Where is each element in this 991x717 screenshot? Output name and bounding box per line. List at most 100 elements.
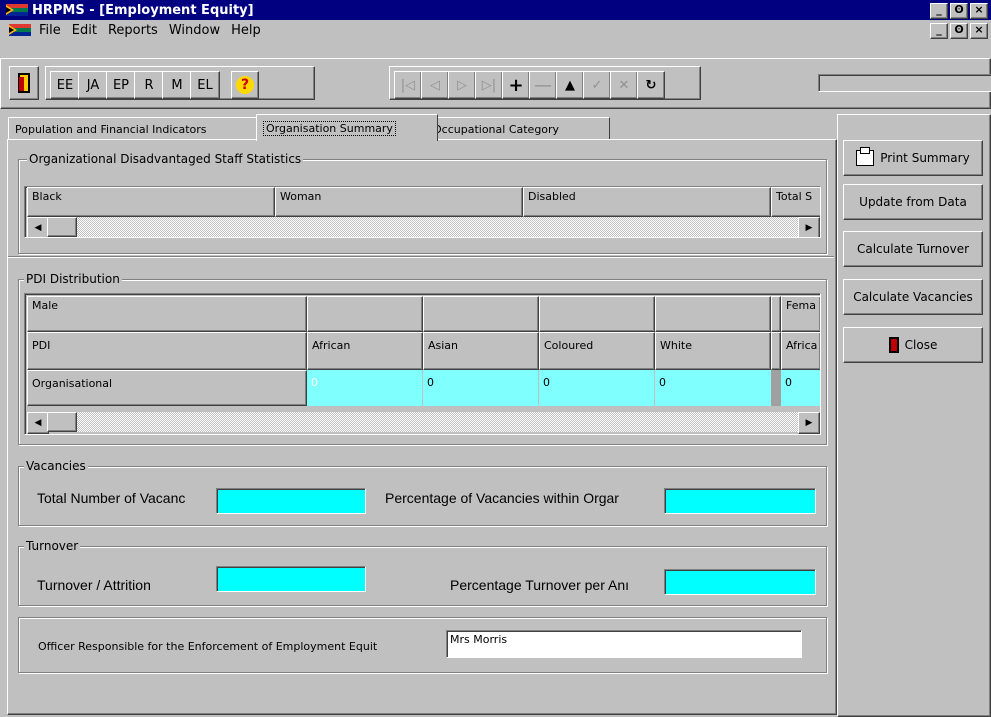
pdi-group-title: PDI Distribution: [24, 272, 122, 286]
check-icon: ✓: [591, 77, 603, 93]
menu-flag-icon: [9, 24, 31, 36]
menu-edit[interactable]: Edit: [72, 23, 97, 38]
turnover-attrition-field[interactable]: [216, 566, 366, 592]
m-button[interactable]: M: [162, 71, 192, 99]
ja-button[interactable]: JA: [78, 71, 108, 99]
delete-icon: —: [534, 74, 552, 96]
add-icon: +: [508, 74, 524, 96]
help-icon: ?: [236, 76, 254, 94]
total-vacancies-label: Total Number of Vacanc: [37, 490, 186, 506]
pdi-header-sep-2: [771, 332, 781, 370]
refresh-icon: ↻: [645, 77, 657, 93]
navigation-panel: |◁ ◁ ▷ ▷| + — ▲ ✓ ✕ ↻: [389, 66, 701, 100]
module-button-panel: EE JA EP R M EL ?: [45, 66, 315, 100]
pdi-scroll-thumb[interactable]: [47, 412, 77, 432]
refresh-button[interactable]: ↻: [637, 71, 665, 99]
turnover-attrition-label: Turnover / Attrition: [37, 577, 151, 593]
tab-organisation-summary-label: Organisation Summary: [263, 120, 396, 136]
pdi-row-organisational: Organisational: [27, 370, 307, 406]
vacancies-percentage-field[interactable]: [664, 488, 816, 514]
window-title: HRPMS - [Employment Equity]: [32, 2, 254, 18]
mdi-minimize-button[interactable]: _: [930, 23, 948, 39]
column-header-disabled: Disabled: [523, 187, 771, 217]
scroll-thumb[interactable]: [47, 217, 77, 237]
pdi-hscrollbar[interactable]: ◀ ▶: [27, 412, 820, 434]
ep-button[interactable]: EP: [106, 71, 136, 99]
close-button[interactable]: Close: [843, 327, 983, 363]
cell-asian[interactable]: 0: [423, 370, 539, 406]
print-summary-label: Print Summary: [880, 151, 970, 165]
prev-record-button[interactable]: ◁: [421, 71, 449, 99]
add-record-button[interactable]: +: [502, 71, 530, 99]
next-icon: ▷: [457, 77, 467, 93]
pdi-header-white: White: [655, 332, 771, 370]
cell-coloured[interactable]: 0: [539, 370, 655, 406]
turnover-percentage-field[interactable]: [664, 569, 816, 595]
pdi-scroll-right-button[interactable]: ▶: [798, 412, 820, 434]
menu-reports[interactable]: Reports: [108, 23, 158, 38]
mdi-restore-button[interactable]: ʘ: [950, 23, 968, 39]
menu-help[interactable]: Help: [231, 23, 261, 38]
close-label: Close: [904, 338, 938, 352]
title-bar: HRPMS - [Employment Equity]: [0, 0, 991, 20]
disadvantaged-hscrollbar[interactable]: ◀ ▶: [27, 217, 820, 237]
up-button[interactable]: ▲: [556, 71, 584, 99]
last-record-button[interactable]: ▷|: [475, 71, 503, 99]
vacancies-group-title: Vacancies: [24, 459, 88, 473]
delete-record-button[interactable]: —: [529, 71, 557, 99]
disadvantaged-grid: Black Woman Disabled Total S ◀ ▶: [24, 186, 821, 238]
pdi-label: PDI: [27, 332, 307, 370]
pdi-header-blank-4: [655, 296, 771, 332]
close-window-button[interactable]: ×: [970, 3, 988, 19]
app-flag-icon: [6, 4, 28, 16]
column-header-black: Black: [27, 187, 275, 217]
officer-field[interactable]: Mrs Morris: [446, 630, 802, 658]
pdi-header-blank-1: [307, 296, 423, 332]
print-summary-button[interactable]: Print Summary: [843, 140, 983, 176]
scroll-right-button[interactable]: ▶: [798, 217, 820, 237]
cancel-icon: ✕: [618, 77, 630, 93]
menu-file[interactable]: File: [39, 23, 61, 38]
minimize-button[interactable]: _: [930, 3, 948, 19]
restore-button[interactable]: ʘ: [950, 3, 968, 19]
up-icon: ▲: [565, 77, 575, 93]
scroll-left-icon: ◀: [34, 223, 42, 233]
scroll-left-button[interactable]: ◀: [27, 217, 49, 237]
total-vacancies-field[interactable]: [216, 488, 366, 514]
mdi-controls: _ ʘ ×: [930, 23, 988, 39]
first-icon: |◁: [400, 77, 416, 93]
update-from-data-button[interactable]: Update from Data: [843, 184, 983, 220]
mdi-close-button[interactable]: ×: [970, 23, 988, 39]
scroll-right-icon: ▶: [805, 418, 813, 428]
tab-occupational-category[interactable]: Occupational Category: [426, 117, 610, 140]
pdi-grid: Male Fema PDI African Asian Coloured Whi…: [24, 293, 821, 435]
officer-label: Officer Responsible for the Enforcement …: [38, 640, 378, 653]
pdi-header-female-african: Africa: [781, 332, 820, 370]
door-icon: [888, 337, 899, 353]
exit-door-button[interactable]: [9, 66, 39, 100]
cell-white[interactable]: 0: [655, 370, 771, 406]
ee-button[interactable]: EE: [50, 71, 80, 99]
tab-organisation-summary[interactable]: Organisation Summary: [256, 114, 438, 141]
calculate-turnover-button[interactable]: Calculate Turnover: [843, 231, 983, 267]
cell-african[interactable]: 0: [307, 370, 423, 406]
r-button[interactable]: R: [134, 71, 164, 99]
first-record-button[interactable]: |◁: [394, 71, 422, 99]
menu-window[interactable]: Window: [169, 23, 220, 38]
pdi-header-sep: [771, 296, 781, 332]
column-header-woman: Woman: [275, 187, 523, 217]
divider: [8, 256, 834, 258]
calculate-vacancies-button[interactable]: Calculate Vacancies: [843, 279, 983, 315]
tab-population[interactable]: Population and Financial Indicators: [8, 117, 270, 140]
next-record-button[interactable]: ▷: [448, 71, 476, 99]
vacancies-percentage-label: Percentage of Vacancies within Orgar: [385, 490, 619, 506]
save-button[interactable]: ✓: [583, 71, 611, 99]
cell-female-african[interactable]: 0: [781, 370, 820, 406]
menu-bar: File Edit Reports Window Help: [0, 20, 991, 40]
status-field: [818, 74, 991, 92]
pdi-scroll-left-button[interactable]: ◀: [27, 412, 49, 434]
el-button[interactable]: EL: [190, 71, 220, 99]
help-button[interactable]: ?: [231, 71, 259, 99]
cancel-button[interactable]: ✕: [610, 71, 638, 99]
pdi-header-blank-2: [423, 296, 539, 332]
